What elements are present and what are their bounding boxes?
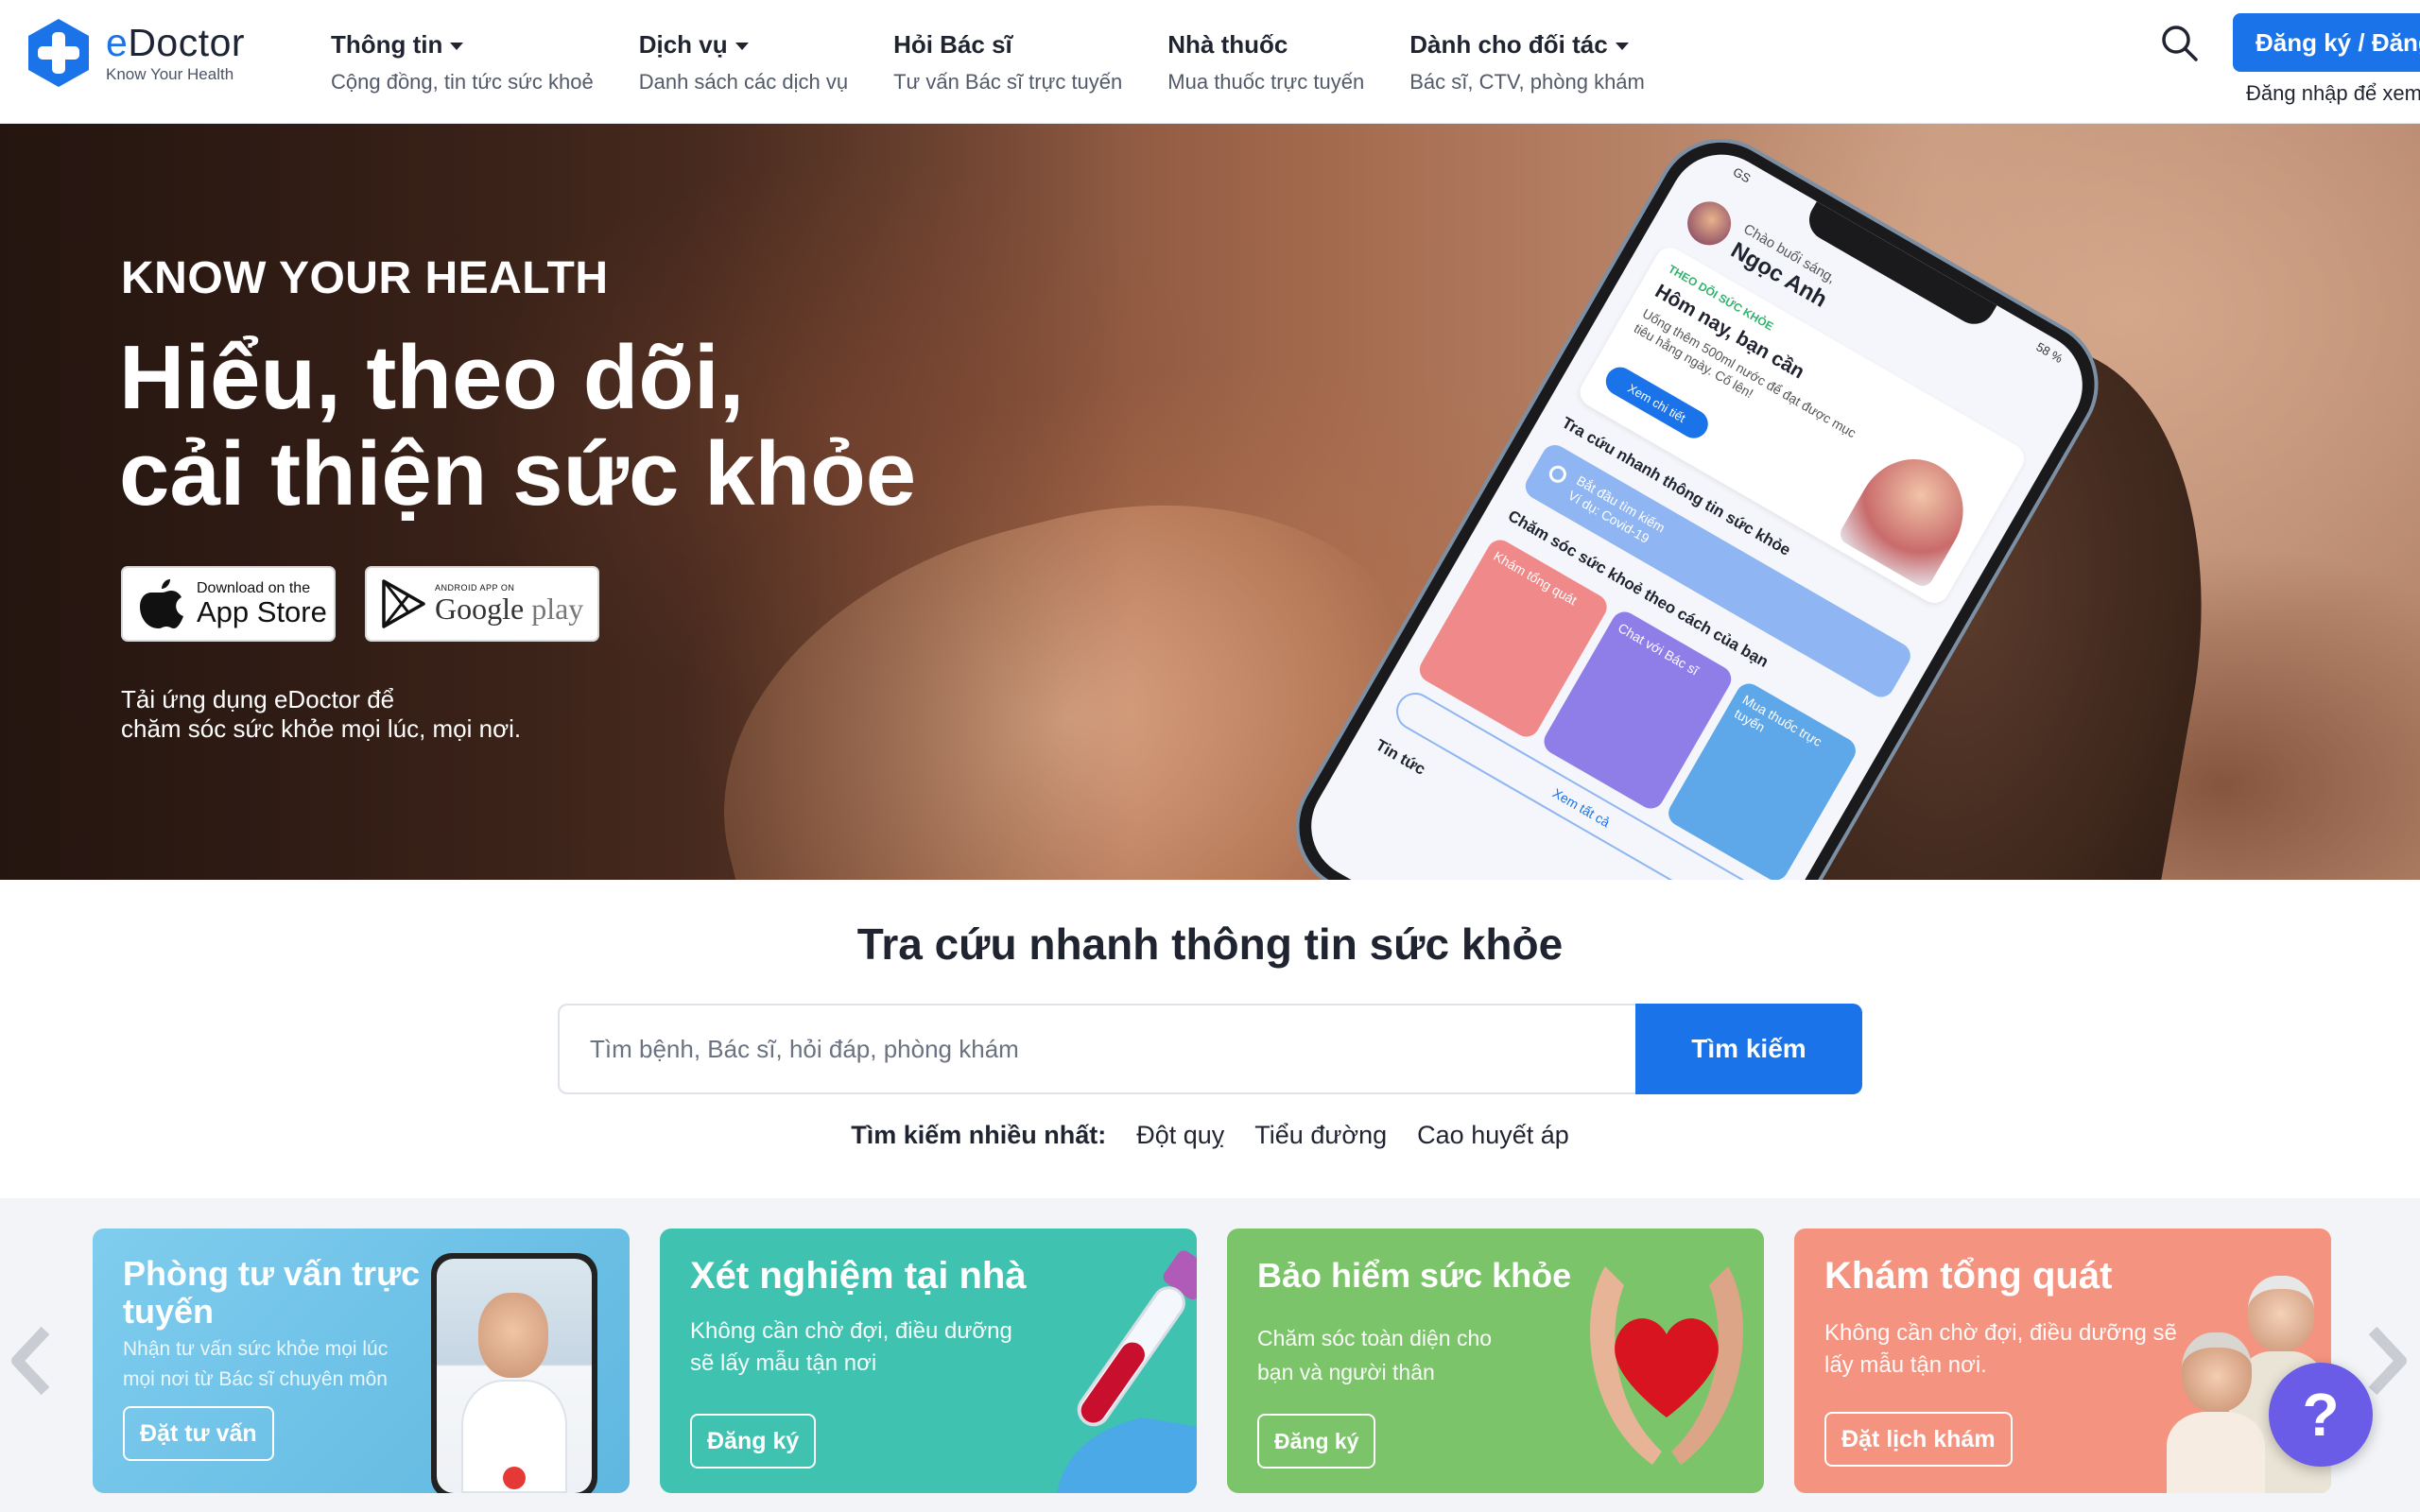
nav-title: Thông tin [331,29,443,59]
nav-subtitle: Tư vấn Bác sĩ trực tuyến [893,70,1123,94]
hero-kicker: KNOW YOUR HEALTH [121,253,609,303]
popular-tag[interactable]: Tiểu đường [1254,1121,1387,1150]
logo[interactable]: eDoctor Know Your Health [25,17,245,89]
nav-item-doi-tac[interactable]: Dành cho đối tác Bác sĩ, CTV, phòng khám [1409,28,1645,94]
chevron-right-icon[interactable] [2365,1323,2411,1399]
card-description: Không cần chờ đợi, điều dưỡng sẽ lấy mẫu… [1824,1320,2177,1378]
nav-title: Dịch vụ [638,29,728,59]
card-description: Chăm sóc toàn diện cho bạn và người thân [1257,1326,1493,1384]
service-card-checkup[interactable]: Khám tổng quát Không cần chờ đợi, điều d… [1794,1228,2331,1493]
chevron-left-icon[interactable] [8,1323,53,1399]
apple-icon [140,579,183,628]
play-store-icon [382,579,425,628]
search-button[interactable]: Tìm kiếm [1635,1004,1862,1094]
service-card-home-test[interactable]: Xét nghiệm tại nhà Không cần chờ đợi, đi… [660,1228,1197,1493]
search-icon [1546,462,1570,487]
edoctor-logo-icon [28,19,89,87]
caret-down-icon [735,42,749,50]
nav-subtitle: Cộng đồng, tin tức sức khoẻ [331,70,594,94]
app-store-label: App Store [197,595,327,628]
avatar [1679,193,1739,253]
card-description: Nhận tư vấn sức khỏe mọi lúc mọi nơi từ … [123,1338,389,1390]
nav-subtitle: Bác sĩ, CTV, phòng khám [1409,70,1645,94]
register-insurance-button[interactable]: Đăng ký [1257,1414,1376,1469]
nav-title: Dành cho đối tác [1409,29,1608,59]
book-consult-button[interactable]: Đặt tư vấn [123,1406,274,1461]
popular-tag[interactable]: Đột quỵ [1136,1121,1224,1150]
nav-subtitle: Mua thuốc trực tuyến [1167,70,1365,94]
blood-tube-illustration [1057,1250,1197,1493]
card-title: Xét nghiệm tại nhà [690,1255,1027,1297]
doctor-video-illustration [431,1253,597,1493]
nav-item-thong-tin[interactable]: Thông tin Cộng đồng, tin tức sức khoẻ [331,28,594,94]
card-description: Không cần chờ đợi, điều dưỡng sẽ lấy mẫu… [690,1318,1012,1376]
card-title: Phòng tư vấn trực tuyến [123,1254,421,1331]
hero-description: Tải ứng dụng eDoctor để chăm sóc sức khỏ… [121,685,522,743]
search-section-title: Tra cứu nhanh thông tin sức khỏe [856,919,1564,969]
help-chat-button[interactable]: ? [2269,1363,2373,1467]
nav-item-nha-thuoc[interactable]: Nhà thuốc Mua thuốc trực tuyến [1167,28,1364,94]
nav-title: Hỏi Bác sĩ [893,29,1012,59]
phone-news-title: Tin tức [1372,735,1429,779]
phone-status: GS [1730,164,1754,186]
hero-banner: GS 58 % Chào buổi sáng, Ngọc Anh THEO DÕ… [0,124,2420,880]
popular-tag[interactable]: Cao huyết áp [1417,1121,1569,1150]
search-input[interactable] [558,1004,1635,1094]
brand-tagline: Know Your Health [106,65,234,83]
nav-item-hoi-bac-si[interactable]: Hỏi Bác sĩ Tư vấn Bác sĩ trực tuyến [893,28,1122,94]
popular-searches: Tìm kiếm nhiều nhất: Đột quỵ Tiểu đường … [0,1121,2420,1150]
card-title: Bảo hiểm sức khỏe [1257,1256,1572,1295]
app-store-button[interactable]: Download on the App Store [121,566,336,642]
brand-name: eDoctor [106,21,246,64]
google-play-label: Google play [435,592,584,626]
caret-down-icon [450,42,464,50]
site-header: eDoctor Know Your Health Thông tin Cộng … [0,0,2420,124]
heart-hands-illustration [1590,1266,1743,1465]
register-test-button[interactable]: Đăng ký [690,1414,817,1469]
nav-subtitle: Danh sách các dịch vụ [638,70,849,94]
search-icon[interactable] [2157,21,2203,66]
card-title: Khám tổng quát [1824,1255,2113,1297]
phone-card-button: Xem chi tiết [1600,362,1714,444]
book-checkup-button[interactable]: Đặt lịch khám [1824,1412,2013,1467]
phone-battery: 58 % [2033,339,2066,367]
caret-down-icon [1615,42,1629,50]
google-play-button[interactable]: ANDROID APP ON Google play [365,566,599,642]
register-login-button[interactable]: Đăng ký / Đăng [2233,13,2420,72]
nav-title: Nhà thuốc [1167,29,1288,59]
runner-illustration [1836,439,1983,591]
service-card-consult[interactable]: Phòng tư vấn trực tuyến Nhận tư vấn sức … [93,1228,630,1493]
hero-title-line: Hiểu, theo dõi, [119,327,745,428]
hero-title-line: cải thiện sức khỏe [119,423,917,524]
nav-item-dich-vu[interactable]: Dịch vụ Danh sách các dịch vụ [639,28,848,94]
main-nav: Thông tin Cộng đồng, tin tức sức khoẻ Dị… [331,28,1690,94]
hero-title: Hiểu, theo dõi, cải thiện sức khỏe [119,330,970,523]
login-hint: Đăng nhập để xem [2246,81,2420,105]
popular-label: Tìm kiếm nhiều nhất: [851,1121,1107,1149]
service-card-insurance[interactable]: Bảo hiểm sức khỏe Chăm sóc toàn diện cho… [1227,1228,1764,1493]
